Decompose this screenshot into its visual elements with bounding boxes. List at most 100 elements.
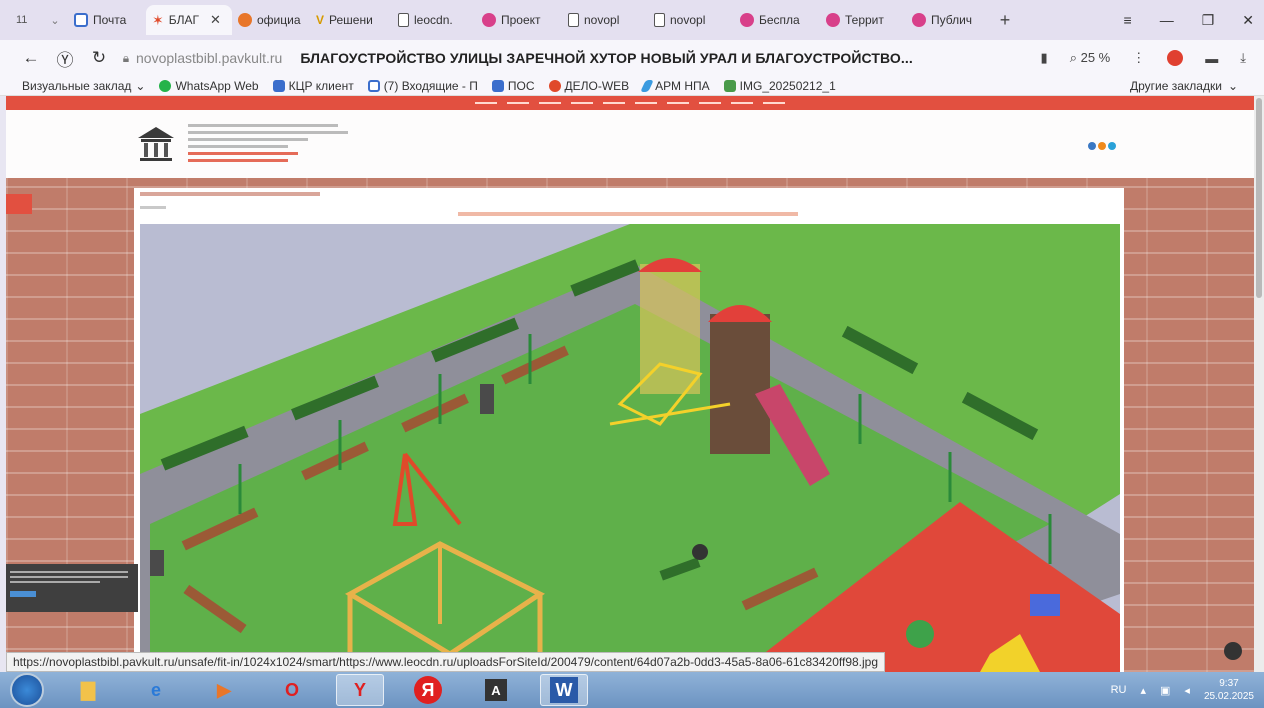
scrollbar-thumb[interactable] <box>1256 98 1262 298</box>
address-page-title[interactable]: БЛАГОУСТРОЙСТВО УЛИЦЫ ЗАРЕЧНОЙ ХУТОР НОВ… <box>300 50 913 66</box>
nav-item[interactable] <box>571 102 593 104</box>
bookmark-kcr[interactable]: КЦР клиент <box>272 79 354 93</box>
extension-icon[interactable]: ▬ <box>1205 51 1218 66</box>
pos-icon <box>491 79 504 92</box>
bookmark-icon[interactable]: ▮ <box>1041 50 1048 66</box>
tab-public[interactable]: Публич <box>906 5 992 35</box>
tab-novopl-1[interactable]: novopl <box>562 5 648 35</box>
lock-icon[interactable]: 🔒︎ <box>116 51 136 66</box>
yandex-logo: Я <box>414 676 442 704</box>
nav-item[interactable] <box>699 102 721 104</box>
bookmark-visual[interactable]: Визуальные заклад ⌄ <box>22 79 145 93</box>
info-link[interactable] <box>188 159 288 162</box>
new-tab-button[interactable]: + <box>992 10 1018 31</box>
tab-label: Проект <box>501 13 541 27</box>
media-player-icon[interactable]: ▶ <box>200 674 248 706</box>
nav-item[interactable] <box>731 102 753 104</box>
reload-icon[interactable]: ↻ <box>82 48 116 68</box>
bookmark-delo[interactable]: ДЕЛО-WEB <box>548 79 629 93</box>
start-button[interactable] <box>10 673 44 707</box>
nav-item[interactable] <box>507 102 529 104</box>
tab-label: Почта <box>93 13 127 27</box>
zoom-indicator[interactable]: ⌕ 25 % <box>1070 50 1111 66</box>
browser-icon <box>238 13 252 27</box>
tab-counter[interactable]: 11 <box>6 7 42 33</box>
volume-icon[interactable]: ◂ <box>1184 684 1190 697</box>
alice-icon[interactable] <box>1167 50 1184 66</box>
other-bookmarks[interactable]: Другие закладки ⌄ <box>1130 76 1238 96</box>
vertical-scrollbar[interactable] <box>1254 96 1264 672</box>
breadcrumb[interactable] <box>140 192 320 196</box>
info-link[interactable] <box>188 152 298 155</box>
internet-explorer-icon[interactable]: e <box>132 674 180 706</box>
nav-item[interactable] <box>539 102 561 104</box>
bookmark-inbox[interactable]: (7) Входящие - П <box>367 78 478 93</box>
scroll-top-icon[interactable] <box>1224 642 1242 660</box>
url-domain[interactable]: novoplastbibl.pavkult.ru <box>136 50 282 66</box>
network-icon[interactable]: ▣ <box>1160 684 1170 697</box>
playground-render-image[interactable] <box>140 224 1120 672</box>
browser-tab-strip: 11 ⌄ Почта ✶ БЛАГ ✕ официа V Решени leoc… <box>0 0 1264 40</box>
tab-territory[interactable]: Террит <box>820 5 906 35</box>
explorer-icon[interactable]: ▇ <box>64 674 112 706</box>
close-icon[interactable]: ✕ <box>210 12 221 28</box>
bookmark-label: (7) Входящие - П <box>383 78 478 93</box>
bookmark-whatsapp[interactable]: WhatsApp Web <box>159 78 259 93</box>
tab-label: novopl <box>584 13 620 27</box>
tray-arrow-icon[interactable]: ▴ <box>1140 684 1146 697</box>
yandex-icon[interactable]: Я <box>404 674 452 706</box>
more-icon[interactable]: ⋮ <box>1132 50 1145 66</box>
tab-free[interactable]: Беспла <box>734 5 820 35</box>
close-window-icon[interactable]: ✕ <box>1242 12 1254 29</box>
download-icon[interactable]: ⤓ <box>1240 50 1246 66</box>
tab-decisions[interactable]: V Решени <box>310 5 392 35</box>
bookmark-arm[interactable]: АРМ НПА <box>640 79 710 93</box>
cookie-accept-button[interactable] <box>10 591 36 597</box>
nav-item[interactable] <box>667 102 689 104</box>
back-icon[interactable]: ← <box>14 48 48 68</box>
mail-icon <box>74 13 88 27</box>
word-icon[interactable]: W <box>540 674 588 706</box>
tab-label: Беспла <box>759 13 800 27</box>
language-indicator[interactable]: RU <box>1111 684 1127 696</box>
ok-icon[interactable] <box>1098 142 1106 150</box>
yandex-browser-icon[interactable]: Y <box>336 674 384 706</box>
address-bar: ← Ⓨ ↻ 🔒︎ novoplastbibl.pavkult.ru БЛАГОУ… <box>0 40 1264 76</box>
clock[interactable]: 9:37 25.02.2025 <box>1204 677 1254 703</box>
social-links <box>1088 142 1116 150</box>
nav-item[interactable] <box>475 102 497 104</box>
nav-item[interactable] <box>603 102 625 104</box>
browser-icon <box>826 13 840 27</box>
info-line <box>188 138 308 141</box>
minimize-icon[interactable]: — <box>1160 12 1174 28</box>
image-icon <box>723 79 736 92</box>
bookmark-label: WhatsApp Web <box>175 78 259 93</box>
menu-icon[interactable]: ≡ <box>1124 12 1132 28</box>
tab-project[interactable]: Проект <box>476 5 562 35</box>
vk-icon[interactable] <box>1088 142 1096 150</box>
telegram-icon[interactable] <box>1108 142 1116 150</box>
accessibility-badge[interactable] <box>6 194 32 214</box>
clock-time: 9:37 <box>1219 678 1239 689</box>
bookmark-pos[interactable]: ПОС <box>491 79 535 93</box>
library-logo-icon[interactable] <box>136 124 176 164</box>
bookmark-img[interactable]: IMG_20250212_1 <box>723 79 836 93</box>
restore-icon[interactable]: ❐ <box>1202 12 1215 29</box>
chevron-down-icon: ⌄ <box>135 78 146 93</box>
info-line <box>188 124 338 127</box>
tab-novopl-2[interactable]: novopl <box>648 5 734 35</box>
nav-item[interactable] <box>635 102 657 104</box>
tab-label: novopl <box>670 13 706 27</box>
word-logo: W <box>550 677 578 703</box>
tab-leocdn[interactable]: leocdn. <box>392 5 476 35</box>
app-a-icon[interactable]: A <box>472 674 520 706</box>
tab-label: Решени <box>329 13 373 27</box>
tab-active[interactable]: ✶ БЛАГ ✕ <box>146 5 232 35</box>
notice-text <box>10 571 128 573</box>
tab-mail[interactable]: Почта <box>68 5 146 35</box>
opera-icon[interactable]: O <box>268 674 316 706</box>
yandex-icon[interactable]: Ⓨ <box>48 46 82 71</box>
tab-official[interactable]: официа <box>232 5 310 35</box>
chevron-down-icon[interactable]: ⌄ <box>42 14 68 27</box>
nav-item[interactable] <box>763 102 785 104</box>
